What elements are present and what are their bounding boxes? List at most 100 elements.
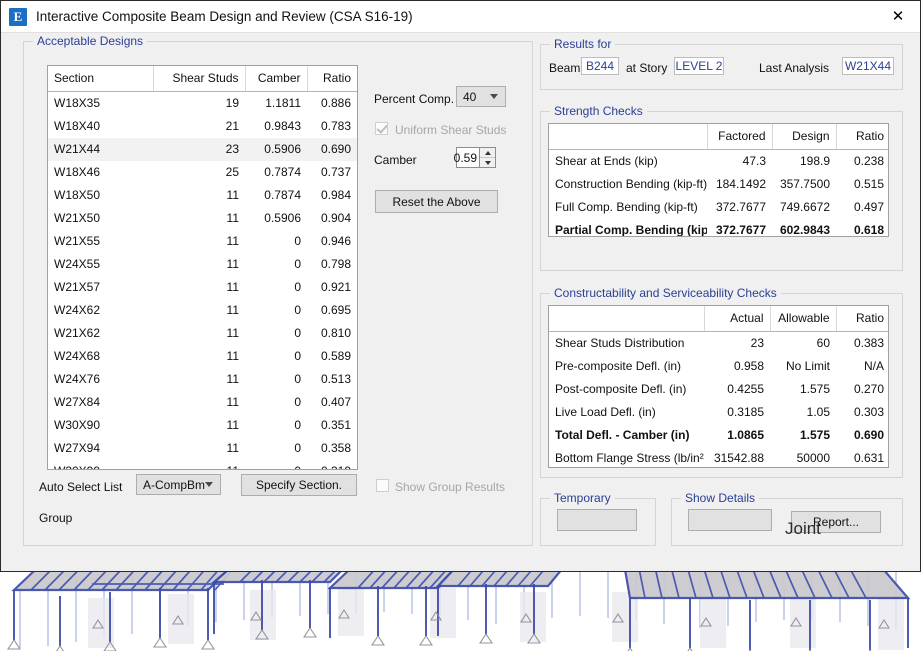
table-header-row: FactoredDesignRatio (549, 124, 889, 150)
table-header-row: SectionShear StudsCamberRatio (48, 66, 357, 92)
uniform-shear-studs-label: Uniform Shear Studs (395, 123, 506, 137)
table-row[interactable]: W24X761100.513 (48, 368, 357, 391)
table-row[interactable]: Bottom Flange Stress (lb/in²)31542.88500… (549, 447, 889, 468)
table-row[interactable]: W18X40210.98430.783 (48, 115, 357, 138)
cell-allowable: 50000 (770, 447, 836, 468)
column-header-design[interactable]: Design (772, 124, 836, 150)
table-row[interactable]: W30X901100.351 (48, 414, 357, 437)
title-bar: E Interactive Composite Beam Design and … (1, 1, 920, 33)
close-icon[interactable]: ✕ (876, 1, 920, 31)
cell-ratio: 0.921 (307, 276, 357, 299)
column-header-actual[interactable]: Actual (704, 306, 770, 332)
temporary-button[interactable] (557, 509, 637, 531)
cell-ratio: 0.690 (836, 424, 889, 447)
table-row[interactable]: Post-composite Defl. (in)0.42551.5750.27… (549, 378, 889, 401)
table-row[interactable]: W21X571100.921 (48, 276, 357, 299)
cell-shear-studs: 25 (153, 161, 245, 184)
cell-allowable: No Limit (770, 355, 836, 378)
column-header-blank[interactable] (549, 124, 707, 150)
table-row[interactable]: Total Defl. - Camber (in)1.08651.5750.69… (549, 424, 889, 447)
camber-decrement-button[interactable] (480, 158, 495, 167)
cell-ratio: 0.783 (307, 115, 357, 138)
auto-select-list-select[interactable]: A-CompBm (136, 474, 221, 495)
serviceability-checks-grid[interactable]: ActualAllowableRatio Shear Studs Distrib… (548, 305, 889, 468)
column-header-camber[interactable]: Camber (245, 66, 307, 92)
column-header-section[interactable]: Section (48, 66, 153, 92)
cell-shear-studs: 11 (153, 230, 245, 253)
camber-stepper[interactable]: 0.59 (456, 147, 496, 168)
beam-label: Beam (549, 61, 580, 75)
column-header-blank[interactable] (549, 306, 704, 332)
cell-camber: 0 (245, 391, 307, 414)
table-row[interactable]: Shear Studs Distribution23600.383 (549, 332, 889, 356)
acceptable-designs-table: SectionShear StudsCamberRatio W18X35191.… (48, 66, 357, 470)
table-row[interactable]: W21X50110.59060.904 (48, 207, 357, 230)
show-group-results-checkbox[interactable] (376, 479, 389, 492)
cell-section: W18X40 (48, 115, 153, 138)
cell-shear-studs: 11 (153, 391, 245, 414)
camber-increment-button[interactable] (480, 148, 495, 158)
cell-section: W21X55 (48, 230, 153, 253)
joint-label: Joint (785, 519, 821, 539)
cell-section: W24X68 (48, 345, 153, 368)
table-row[interactable]: Full Comp. Bending (kip-ft)372.7677749.6… (549, 196, 889, 219)
cell-allowable: 1.575 (770, 378, 836, 401)
table-row[interactable]: W27X841100.407 (48, 391, 357, 414)
cell-shear-studs: 11 (153, 184, 245, 207)
table-row[interactable]: Partial Comp. Bending (kip...372.7677602… (549, 219, 889, 237)
column-header-ratio[interactable]: Ratio (307, 66, 357, 92)
cell-label: Shear Studs Distribution (549, 332, 704, 356)
cell-camber: 1.1811 (245, 92, 307, 116)
table-row[interactable]: W21X551100.946 (48, 230, 357, 253)
specify-section-button[interactable]: Specify Section. (241, 474, 357, 496)
table-row[interactable]: W18X50110.78740.984 (48, 184, 357, 207)
camber-spin-buttons[interactable] (479, 148, 495, 167)
table-row[interactable]: W30X991100.319 (48, 460, 357, 470)
table-row[interactable]: Live Load Defl. (in)0.31851.050.303 (549, 401, 889, 424)
cell-ratio: 0.798 (307, 253, 357, 276)
acceptable-designs-grid[interactable]: SectionShear StudsCamberRatio W18X35191.… (47, 65, 358, 470)
cell-design: 198.9 (772, 150, 836, 174)
column-header-shear-studs[interactable]: Shear Studs (153, 66, 245, 92)
cell-ratio: 0.497 (836, 196, 889, 219)
cell-label: Total Defl. - Camber (in) (549, 424, 704, 447)
cell-camber: 0.9843 (245, 115, 307, 138)
column-header-ratio[interactable]: Ratio (836, 306, 889, 332)
table-row[interactable]: W21X621100.810 (48, 322, 357, 345)
column-header-allowable[interactable]: Allowable (770, 306, 836, 332)
table-row[interactable]: W24X621100.695 (48, 299, 357, 322)
table-row[interactable]: Shear at Ends (kip)47.3198.90.238 (549, 150, 889, 174)
cell-shear-studs: 21 (153, 115, 245, 138)
last-analysis-label: Last Analysis (759, 61, 829, 75)
story-value-field: LEVEL 2 (674, 57, 724, 75)
window-title: Interactive Composite Beam Design and Re… (36, 9, 413, 24)
table-row[interactable]: W24X551100.798 (48, 253, 357, 276)
cell-camber: 0.5906 (245, 207, 307, 230)
cell-label: Post-composite Defl. (in) (549, 378, 704, 401)
table-row[interactable]: Pre-composite Defl. (in)0.958No LimitN/A (549, 355, 889, 378)
uniform-shear-studs-checkbox[interactable] (375, 122, 388, 135)
cell-actual: 31542.88 (704, 447, 770, 468)
percent-comp-select[interactable]: 40 (456, 86, 506, 107)
column-header-factored[interactable]: Factored (707, 124, 772, 150)
table-row[interactable]: W18X46250.78740.737 (48, 161, 357, 184)
table-row[interactable]: W27X941100.358 (48, 437, 357, 460)
column-header-ratio[interactable]: Ratio (836, 124, 889, 150)
camber-label: Camber (374, 153, 417, 167)
details-button[interactable] (688, 509, 772, 531)
table-row[interactable]: W24X681100.589 (48, 345, 357, 368)
cell-label: Pre-composite Defl. (in) (549, 355, 704, 378)
auto-select-list-label: Auto Select List (39, 480, 122, 494)
cell-section: W27X84 (48, 391, 153, 414)
cell-actual: 1.0865 (704, 424, 770, 447)
table-row[interactable]: W18X35191.18110.886 (48, 92, 357, 116)
cell-shear-studs: 11 (153, 207, 245, 230)
table-row[interactable]: Construction Bending (kip-ft)184.1492357… (549, 173, 889, 196)
results-for-legend: Results for (550, 37, 615, 51)
cell-shear-studs: 11 (153, 276, 245, 299)
reset-the-above-button[interactable]: Reset the Above (375, 190, 498, 213)
table-row[interactable]: W21X44230.59060.690 (48, 138, 357, 161)
cell-ratio: 0.946 (307, 230, 357, 253)
cell-ratio: 0.513 (307, 368, 357, 391)
strength-checks-grid[interactable]: FactoredDesignRatio Shear at Ends (kip)4… (548, 123, 889, 237)
